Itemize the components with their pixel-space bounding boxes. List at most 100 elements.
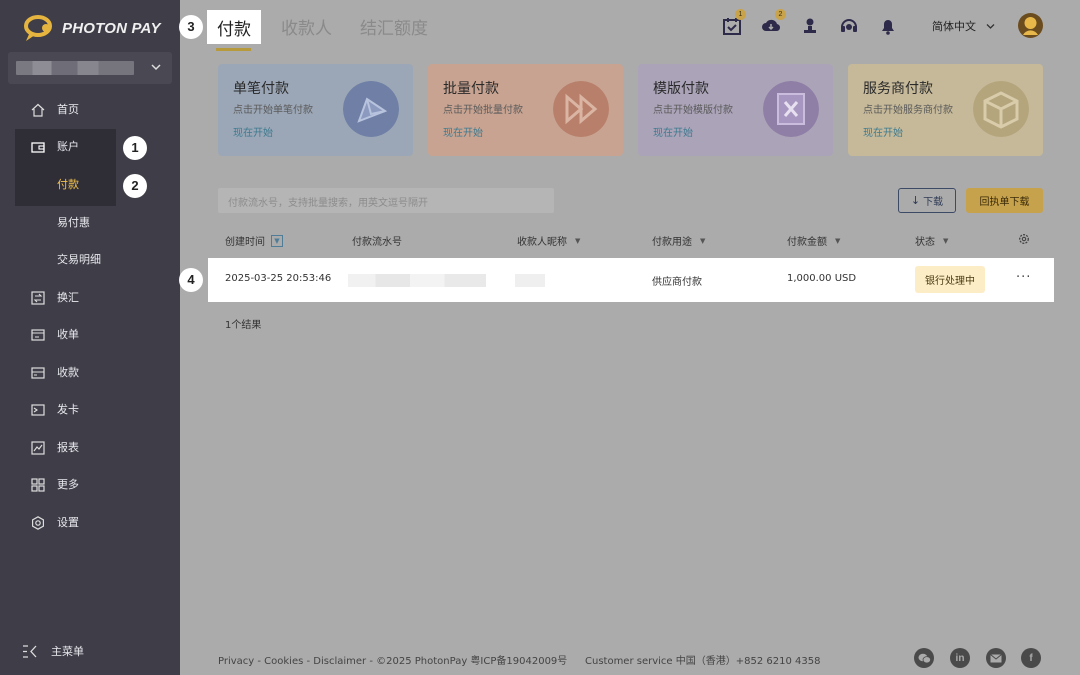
sidebar-item-label: 报表 [57,441,79,454]
sidebar-item-payment[interactable]: 付款 [0,167,180,203]
page-footer: Privacy - Cookies - Disclaimer - ©2025 P… [180,640,1080,675]
sidebar-item-label: 设置 [57,516,79,529]
row-more-actions-icon[interactable]: ··· [1016,270,1031,285]
status-badge: 银行处理中 [915,266,985,293]
sidebar-item-reports[interactable]: 报表 [0,430,180,466]
issue-card-icon [31,404,45,416]
brand-logo[interactable]: PHOTON PAY [24,12,161,44]
card-description: 点击开始模版付款 [653,105,733,116]
sidebar-item-account[interactable]: 账户 [0,129,180,165]
tab-payees[interactable]: 收款人 [281,14,332,39]
table-row[interactable]: 2025-03-25 20:53:46 供应商付款 1,000.00 USD 银… [208,258,1054,302]
receipt-download-button[interactable]: 回执单下载 [966,188,1043,213]
column-purpose[interactable]: 付款用途 ▼ [652,233,706,249]
photonpay-logo-icon [24,15,52,41]
user-avatar-icon [1023,17,1038,35]
card-start-link[interactable]: 现在开始 [653,124,693,139]
main-menu-label: 主菜单 [51,645,84,658]
column-label: 付款用途 [652,237,692,248]
card-single-payment[interactable]: 单笔付款 点击开始单笔付款 现在开始 [218,64,413,156]
sidebar-item-transactions[interactable]: 交易明细 [0,242,180,278]
caret-down-icon: ▼ [575,236,581,245]
main-content: 3 付款 收款人 结汇额度 1 2 简体中文 单笔付款 点击开始单笔付款 现在开… [179,0,1080,675]
account-selector[interactable] [8,52,172,84]
sidebar-item-label: 收单 [57,328,79,341]
sidebar-item-label: 收款 [57,366,79,379]
column-settings-gear-icon[interactable] [1018,233,1030,245]
cell-purpose: 供应商付款 [652,277,702,288]
caret-down-icon: ▼ [835,236,841,245]
main-menu-toggle[interactable]: 主菜单 [22,641,84,661]
card-start-link[interactable]: 现在开始 [443,124,483,139]
footer-customer-service: Customer service 中国（香港）+852 6210 4358 [585,656,821,667]
card-title: 批量付款 [443,81,499,97]
column-label: 创建时间 [225,237,265,248]
chart-icon [31,441,45,455]
brand-name: PHOTON PAY [62,19,161,37]
card-title: 模版付款 [653,81,709,97]
download-label: 下载 [923,197,944,208]
search-input[interactable]: 付款流水号，支持批量搜索，用英文逗号隔开 [218,188,554,213]
sidebar-item-label: 首页 [57,103,79,116]
top-bar: 3 付款 收款人 结汇额度 1 2 简体中文 [179,0,1080,52]
sidebar-item-acquiring[interactable]: 收单 [0,317,180,353]
card-batch-payment[interactable]: 批量付款 点击开始批量付款 现在开始 [428,64,623,156]
cell-amount: 1,000.00 USD [787,273,857,284]
sidebar-item-label: 付款 [57,178,79,191]
headset-support-icon[interactable] [839,16,859,36]
sidebar-item-easypay[interactable]: 易付惠 [0,205,180,241]
mail-icon[interactable] [986,648,1006,668]
sidebar-item-label: 换汇 [57,291,79,304]
wallet-icon [31,142,45,153]
chevron-down-icon [151,64,161,71]
tab-settlement-quota[interactable]: 结汇额度 [360,14,428,39]
wechat-icon[interactable] [914,648,934,668]
column-label: 收款人昵称 [517,237,567,248]
step-marker-1: 1 [123,136,147,160]
language-selector[interactable]: 简体中文 [932,18,995,34]
sidebar-item-exchange[interactable]: 换汇 [0,280,180,316]
linkedin-icon[interactable]: in [950,648,970,668]
card-description: 点击开始单笔付款 [233,105,313,116]
card-description: 点击开始服务商付款 [863,105,953,116]
send-arrow-icon [343,81,399,137]
sidebar-item-label: 更多 [57,478,79,491]
exchange-icon [31,291,45,305]
result-count: 1个结果 [225,320,262,331]
sidebar-item-home[interactable]: 首页 [0,92,180,128]
chevron-down-icon [986,23,995,29]
footer-legal-links[interactable]: Privacy - Cookies - Disclaimer - ©2025 P… [218,652,567,667]
table-header: 创建时间 ▼ 付款流水号 收款人昵称 ▼ 付款用途 ▼ 付款金额 ▼ 状态 ▼ [218,227,1043,251]
facebook-icon[interactable]: f [1021,648,1041,668]
package-box-icon [973,81,1029,137]
column-amount[interactable]: 付款金额 ▼ [787,233,841,249]
column-label: 付款金额 [787,237,827,248]
column-label: 付款流水号 [352,237,402,248]
account-name-redacted [16,61,134,75]
download-button[interactable]: ↓ 下载 [898,188,956,213]
card-start-link[interactable]: 现在开始 [233,124,273,139]
step-marker-3: 3 [179,15,203,39]
sidebar-item-more[interactable]: 更多 [0,467,180,503]
avatar[interactable] [1018,13,1043,38]
cell-created-time: 2025-03-25 20:53:46 [225,273,332,284]
arrow-down-icon: ↓ [910,194,921,207]
column-serial-number: 付款流水号 [352,233,402,248]
home-icon [31,103,45,117]
notification-bell-icon[interactable] [878,16,898,36]
user-stamp-icon[interactable] [800,16,820,36]
column-payee-nickname[interactable]: 收款人昵称 ▼ [517,233,581,249]
card-template-payment[interactable]: 模版付款 点击开始模版付款 现在开始 [638,64,833,156]
cell-serial-number-redacted [348,274,486,287]
column-created-time[interactable]: 创建时间 ▼ [225,233,283,248]
sidebar-item-settings[interactable]: 设置 [0,505,180,541]
sidebar-item-collection[interactable]: 收款 [0,355,180,391]
tab-payment[interactable]: 付款 [207,10,261,44]
sidebar: PHOTON PAY 首页 账户 付款 易付惠 交易明细 换汇 收单 收款 发卡 [0,0,180,675]
sidebar-item-card-issuing[interactable]: 发卡 [0,392,180,428]
caret-down-icon: ▼ [700,236,706,245]
sort-toggle-icon[interactable]: ▼ [271,234,283,247]
column-status[interactable]: 状态 ▼ [915,233,948,249]
card-start-link[interactable]: 现在开始 [863,124,903,139]
card-provider-payment[interactable]: 服务商付款 点击开始服务商付款 现在开始 [848,64,1043,156]
